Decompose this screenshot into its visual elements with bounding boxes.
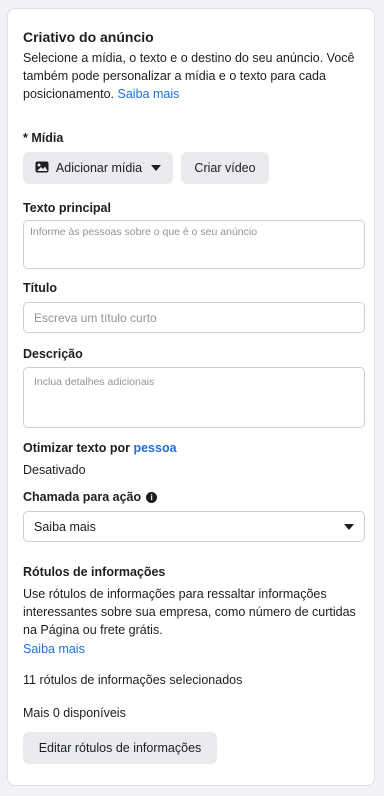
optimize-status: Desativado	[23, 463, 86, 477]
description-label: Descrição	[23, 347, 83, 361]
section-description: Selecione a mídia, o texto e o destino d…	[23, 49, 363, 103]
primary-text-label: Texto principal	[23, 201, 111, 215]
cta-select[interactable]: Saiba mais	[23, 511, 365, 542]
info-labels-selected-count: 11 rótulos de informações selecionados	[23, 673, 243, 687]
description-input[interactable]: Inclua detalhes adicionais	[23, 367, 365, 428]
edit-info-labels-button[interactable]: Editar rótulos de informações	[23, 732, 217, 764]
info-labels-description: Use rótulos de informações para ressalta…	[23, 587, 356, 637]
optimize-text-label: Otimizar texto por pessoa	[23, 441, 177, 455]
media-label: * Mídia	[23, 131, 64, 145]
primary-text-input[interactable]: Informe às pessoas sobre o que é o seu a…	[23, 220, 365, 269]
info-icon[interactable]: i	[146, 491, 158, 503]
info-labels-learn-more-link[interactable]: Saiba mais	[23, 640, 85, 658]
cta-label: Chamada para ação i	[23, 490, 158, 504]
learn-more-link[interactable]: Saiba mais	[118, 87, 180, 101]
headline-input[interactable]: Escreva um título curto	[23, 302, 365, 333]
create-video-button[interactable]: Criar vídeo	[181, 152, 269, 184]
add-media-button[interactable]: Adicionar mídia	[23, 152, 173, 184]
cta-label-text: Chamada para ação	[23, 490, 142, 504]
section-title: Criativo do anúncio	[23, 29, 154, 45]
headline-placeholder: Escreva um título curto	[34, 311, 157, 325]
optimize-label-text: Otimizar texto por	[23, 441, 130, 455]
info-labels-available: Mais 0 disponíveis	[23, 706, 126, 720]
info-labels-title: Rótulos de informações	[23, 565, 166, 579]
add-media-label: Adicionar mídia	[55, 161, 143, 175]
cta-selected-value: Saiba mais	[34, 519, 96, 534]
ad-creative-card: Criativo do anúncio Selecione a mídia, o…	[7, 8, 375, 786]
description-placeholder: Inclua detalhes adicionais	[34, 376, 155, 388]
image-icon	[35, 161, 49, 176]
primary-text-placeholder: Informe às pessoas sobre o que é o seu a…	[30, 226, 258, 238]
chevron-down-icon	[344, 523, 354, 530]
chevron-down-icon	[151, 165, 162, 171]
headline-label: Título	[23, 281, 58, 295]
section-description-text: Selecione a mídia, o texto e o destino d…	[23, 51, 355, 101]
optimize-person-link[interactable]: pessoa	[133, 441, 176, 455]
